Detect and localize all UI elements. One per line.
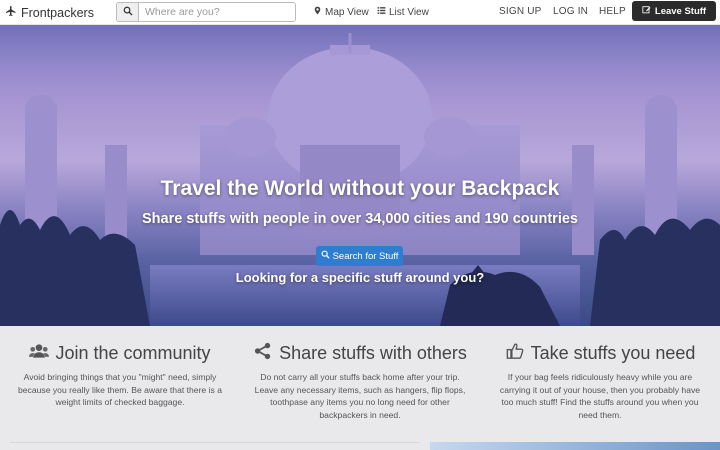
search-icon xyxy=(321,250,330,262)
edit-icon xyxy=(642,5,651,17)
hero-title: Travel the World without your Backpack xyxy=(160,177,560,200)
feature-title: Join the community xyxy=(55,343,211,363)
map-view-link[interactable]: Map View xyxy=(313,6,369,18)
hero-question: Looking for a specific stuff around you? xyxy=(235,270,485,285)
feature-description: If your bag feels ridiculously heavy whi… xyxy=(499,372,701,420)
feature-description: Do not carry all your stuffs back home a… xyxy=(254,372,466,420)
brand-name: Frontpackers xyxy=(21,5,94,20)
feature-share-stuffs: Share stuffs with others Do not carry al… xyxy=(245,342,475,421)
leave-stuff-button[interactable]: Leave Stuff xyxy=(632,1,716,21)
help-link[interactable]: HELP xyxy=(599,6,626,17)
next-section-image xyxy=(430,442,720,450)
location-search-input[interactable] xyxy=(139,3,295,21)
list-icon xyxy=(377,6,386,18)
features-section: Join the community Avoid bringing things… xyxy=(0,326,720,450)
log-in-link[interactable]: LOG IN xyxy=(553,6,588,17)
plane-icon xyxy=(5,5,17,20)
map-marker-icon xyxy=(313,6,322,18)
search-button[interactable] xyxy=(117,3,139,21)
feature-description: Avoid bringing things that you "might" n… xyxy=(18,372,222,407)
search-for-stuff-button[interactable]: Search for Stuff xyxy=(316,246,403,266)
top-navbar: Frontpackers Map View List View SIGN UP … xyxy=(0,0,720,25)
hero-subtitle: Share stuffs with people in over 34,000 … xyxy=(142,211,578,227)
section-divider xyxy=(10,442,420,443)
leave-stuff-label: Leave Stuff xyxy=(654,5,707,17)
brand-logo[interactable]: Frontpackers xyxy=(5,4,94,21)
list-view-label: List View xyxy=(389,6,429,18)
location-search xyxy=(116,2,296,22)
map-view-label: Map View xyxy=(325,6,369,18)
search-for-stuff-label: Search for Stuff xyxy=(332,250,399,262)
search-icon xyxy=(123,3,133,21)
feature-title: Share stuffs with others xyxy=(279,343,467,363)
feature-take-stuffs: Take stuffs you need If your bag feels r… xyxy=(485,342,715,421)
share-icon xyxy=(253,342,273,365)
list-view-link[interactable]: List View xyxy=(377,6,429,18)
thumbs-up-icon xyxy=(505,342,525,365)
feature-title: Take stuffs you need xyxy=(530,343,696,363)
feature-join-community: Join the community Avoid bringing things… xyxy=(5,342,235,409)
sign-up-link[interactable]: SIGN UP xyxy=(499,6,542,17)
hero-banner: Travel the World without your Backpack S… xyxy=(0,25,720,326)
users-icon xyxy=(29,342,50,365)
